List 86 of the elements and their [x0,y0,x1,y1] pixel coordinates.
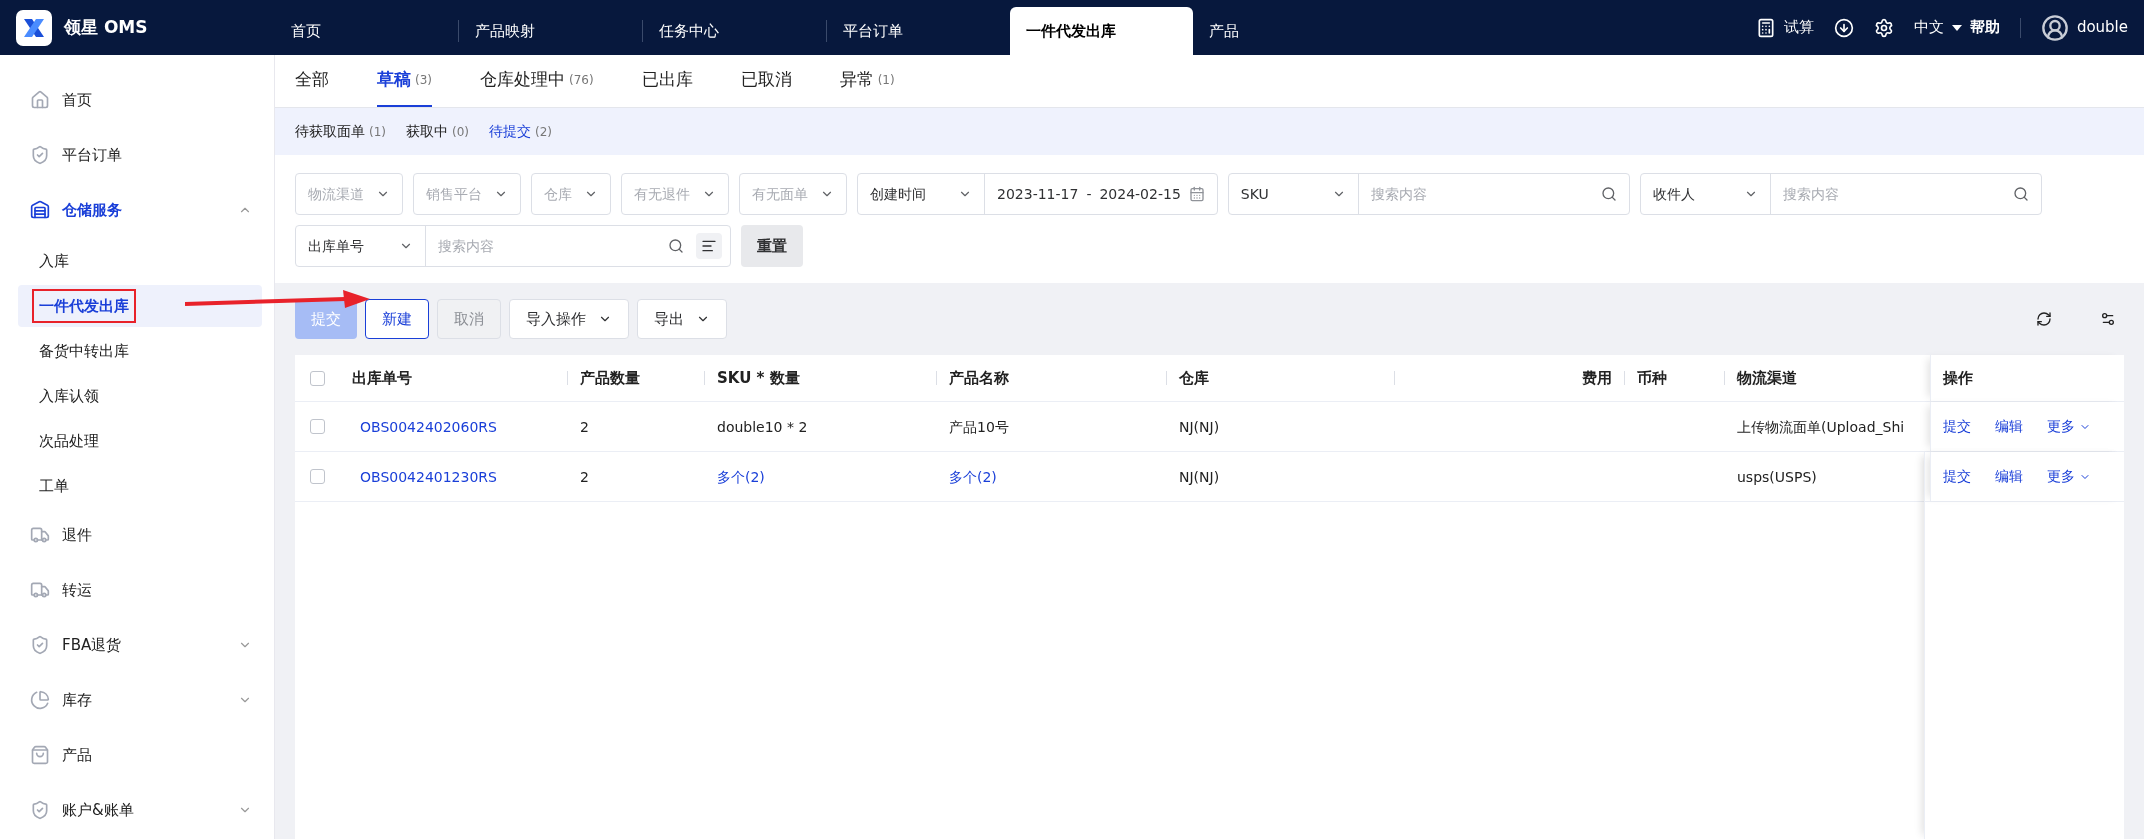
column-header: 出库单号 [351,367,413,389]
column-header: 产品数量 [579,367,641,389]
status-tab[interactable]: 异常 (1) [839,55,895,107]
sidebar-item[interactable]: 首页 [18,75,262,125]
sub-tab[interactable]: 获取中 (0) [406,121,469,142]
column-settings-icon[interactable] [2100,311,2116,327]
order-link[interactable]: OBS0042401230RS [352,468,497,485]
nav-tab[interactable]: 一件代发出库 [1010,7,1193,55]
table-cell: NJ(NJ) [1179,468,1220,485]
nav-tab[interactable]: 产品映射 [459,7,642,55]
settings-icon[interactable] [1873,17,1894,38]
shield-icon [30,635,50,655]
sidebar-item[interactable]: 产品 [18,730,262,780]
pie-chart-icon [30,690,50,710]
nav-tab[interactable]: 产品 [1193,7,1376,55]
sidebar-item[interactable]: FBA退货 [18,620,262,670]
table-cell: 产品10号 [949,418,1009,435]
shield-icon [30,145,50,165]
action-link[interactable]: 更多 [2047,466,2091,487]
checkbox[interactable] [310,370,325,386]
action-link[interactable]: 提交 [1943,416,1971,437]
nav-tab[interactable]: 平台订单 [827,7,1010,55]
sidebar-item[interactable]: 退件 [18,510,262,560]
sidebar-subitem[interactable]: 入库认领 [18,375,262,417]
nav-tab[interactable]: 任务中心 [643,7,826,55]
language-select[interactable]: 中文 [1913,16,1944,39]
toolbar-button[interactable]: 导入操作 [509,299,629,339]
home-icon [30,90,50,110]
checkbox[interactable] [310,419,325,434]
table-cell: 2 [580,418,589,435]
checkbox[interactable] [310,469,325,484]
table-cell: usps(USPS) [1737,468,1817,485]
table-row[interactable]: OBS0042401230RS 2 多个(2) 多个(2) NJ(NJ) usps(USPS) 提交 编辑 更多 [295,452,2124,502]
shopping-bag-icon [30,745,50,765]
reset-button[interactable]: 重置 [741,225,803,267]
column-header: 费用 [1581,367,1613,389]
warehouse-icon [30,200,50,220]
help-link[interactable]: 帮助 [1969,16,2000,39]
caret-icon[interactable] [1951,24,1962,31]
sidebar-subitem[interactable]: 次品处理 [18,420,262,462]
table-cell: 上传物流面单(Upload_Shi [1737,418,1905,435]
sidebar-subitem[interactable]: 工单 [18,465,262,507]
user-name[interactable]: double [2076,16,2128,39]
column-header: 物流渠道 [1735,367,1798,389]
toolbar-button[interactable]: 新建 [365,299,429,339]
sidebar-item[interactable]: 转运 [18,565,262,615]
shield-icon [30,800,50,820]
avatar-icon[interactable] [2040,13,2069,42]
truck-icon [30,525,50,545]
column-header: 仓库 [1178,367,1210,389]
app-name: 领星 OMS [64,15,148,39]
column-header: 产品名称 [948,367,1010,389]
column-header: 操作 [1943,367,1973,389]
download-icon[interactable] [1833,17,1854,38]
table-row[interactable]: OBS0042402060RS 2 double10 * 2 产品10号 NJ(NJ) 上传物流面单(Upload_Shi 提交 编辑 更多 [295,402,2124,452]
table-cell: NJ(NJ) [1179,418,1220,435]
sidebar-item[interactable]: 账户&账单 [18,785,262,835]
action-link[interactable]: 编辑 [1995,416,2023,437]
action-link[interactable]: 编辑 [1995,466,2023,487]
table-link[interactable]: 多个(2) [717,468,765,485]
sidebar-item[interactable]: 库存 [18,675,262,725]
sub-tab[interactable]: 待提交 (2) [489,121,552,142]
refresh-icon[interactable] [2036,311,2052,327]
column-header: 币种 [1636,367,1668,389]
column-header: SKU * 数量 [716,367,801,389]
sidebar-subitem[interactable]: 入库 [18,240,262,282]
sub-tab[interactable]: 待获取面单 (1) [295,121,386,142]
status-tab[interactable]: 已出库 [641,55,693,107]
table-link[interactable]: 多个(2) [949,468,997,485]
sidebar-subitem[interactable]: 一件代发出库 [18,285,262,327]
status-tab[interactable]: 已取消 [740,55,792,107]
table-cell: 2 [580,468,589,485]
action-link[interactable]: 更多 [2047,416,2091,437]
sidebar-item[interactable]: 平台订单 [18,130,262,180]
truck-icon [30,580,50,600]
sidebar-subitem[interactable]: 备货中转出库 [18,330,262,372]
action-link[interactable]: 提交 [1943,466,1971,487]
status-tab[interactable]: 仓库处理中 (76) [480,55,594,107]
table-cell: double10 * 2 [717,418,808,435]
toolbar-button[interactable]: 导出 [637,299,727,339]
calc-link[interactable]: 试算 [1783,16,1814,39]
logo-icon [16,9,52,46]
status-tab[interactable]: 全部 [295,55,329,107]
nav-tab[interactable]: 首页 [275,7,458,55]
sidebar-item[interactable]: 仓储服务 [18,185,262,235]
order-link[interactable]: OBS0042402060RS [352,418,497,435]
